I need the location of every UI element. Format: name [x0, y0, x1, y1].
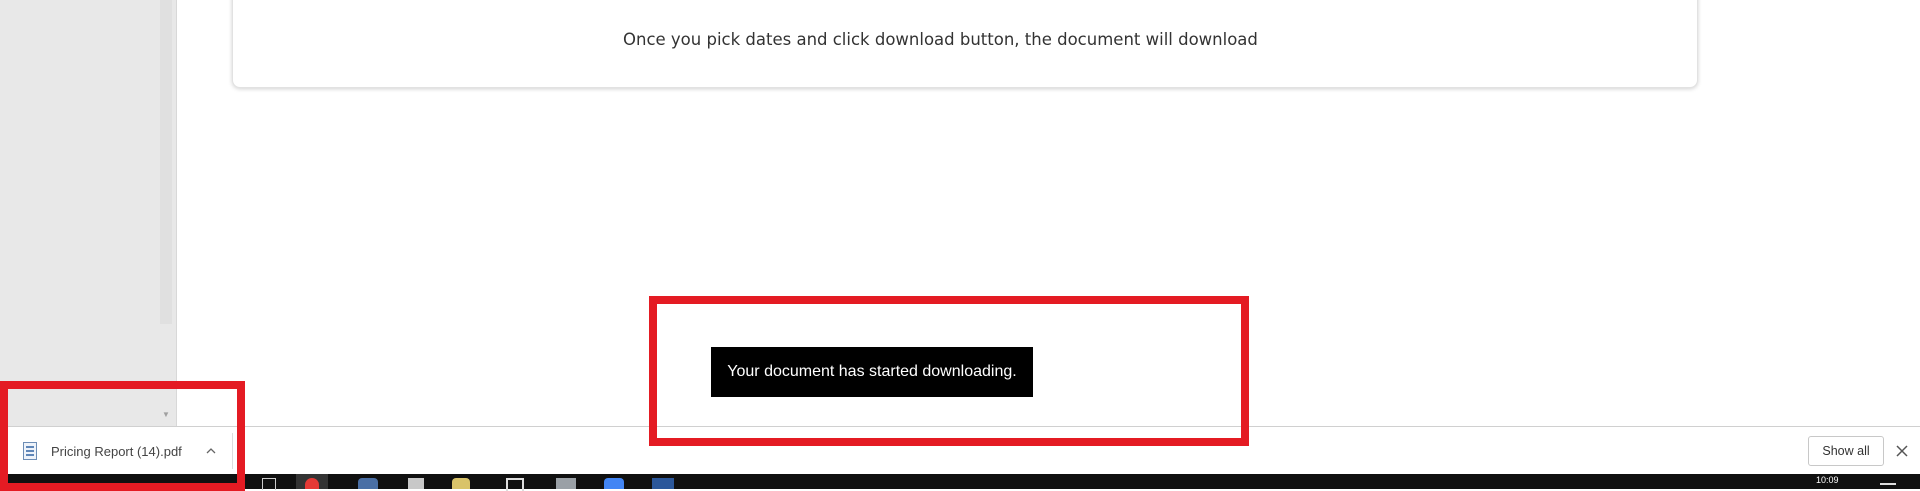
- toast-highlight-box: [649, 296, 1249, 446]
- taskbar-app-icon[interactable]: [358, 478, 378, 489]
- windows-taskbar: 10:09: [0, 474, 1920, 491]
- taskbar-clock[interactable]: 10:09: [1816, 475, 1839, 485]
- taskbar-app-icon[interactable]: [452, 478, 470, 489]
- taskbar-app-icon[interactable]: [604, 478, 624, 489]
- chrome-icon[interactable]: [296, 474, 328, 489]
- download-hint-text: Once you pick dates and click download b…: [623, 30, 1258, 49]
- left-sidebar: [0, 0, 177, 426]
- taskbar-app-icon[interactable]: [262, 478, 276, 490]
- notifications-icon[interactable]: [1880, 483, 1896, 485]
- show-all-button[interactable]: Show all: [1808, 436, 1884, 466]
- download-card: Once you pick dates and click download b…: [232, 0, 1698, 88]
- taskbar-app-icon[interactable]: [556, 478, 576, 489]
- taskbar-app-icon[interactable]: [408, 478, 424, 489]
- close-icon[interactable]: [1892, 439, 1912, 463]
- sidebar-scrollbar[interactable]: [160, 0, 172, 324]
- taskbar-app-icon[interactable]: [506, 478, 524, 491]
- file-highlight-box: [0, 381, 245, 491]
- taskbar-app-icon[interactable]: [652, 478, 674, 489]
